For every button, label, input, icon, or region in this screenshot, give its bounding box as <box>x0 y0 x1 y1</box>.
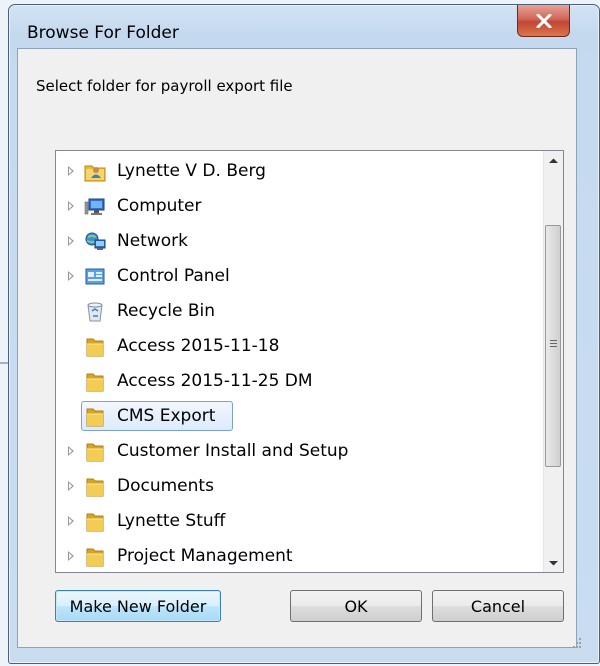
tree-item-label: Access 2015-11-25 DM <box>117 371 313 391</box>
tree-item-project-management[interactable]: Project Management <box>56 539 536 572</box>
expand-arrow-icon[interactable] <box>68 236 74 246</box>
tree-item-recycle-bin[interactable]: Recycle Bin <box>56 294 536 329</box>
make-new-folder-button[interactable]: Make New Folder <box>55 590 221 622</box>
expand-arrow-icon[interactable] <box>68 201 74 211</box>
tree-item-label: Computer <box>117 196 202 216</box>
tree-item-label: Network <box>117 231 188 251</box>
recycle-bin-icon <box>84 301 106 323</box>
tree-item-lynette-stuff[interactable]: Lynette Stuff <box>56 504 536 539</box>
user-folder-icon <box>84 161 106 183</box>
scroll-down-icon <box>549 560 558 565</box>
folder-icon <box>84 546 106 568</box>
folder-icon <box>84 406 106 428</box>
ok-button[interactable]: OK <box>290 590 422 622</box>
folder-icon <box>84 336 106 358</box>
tree-item-access-2015-11-25-dm[interactable]: Access 2015-11-25 DM <box>56 364 536 399</box>
folder-icon <box>84 441 106 463</box>
tree-item-lynette-v-d-berg[interactable]: Lynette V D. Berg <box>56 154 536 189</box>
close-icon <box>536 13 551 28</box>
expand-arrow-icon[interactable] <box>68 481 74 491</box>
folder-icon <box>84 476 106 498</box>
tree-item-label: Lynette V D. Berg <box>117 161 266 181</box>
tree-item-label: CMS Export <box>117 406 216 426</box>
vertical-scrollbar[interactable] <box>543 151 563 572</box>
expand-arrow-icon[interactable] <box>68 166 74 176</box>
tree-item-computer[interactable]: Computer <box>56 189 536 224</box>
scroll-down-button[interactable] <box>544 553 563 572</box>
tree-item-label: Control Panel <box>117 266 230 286</box>
computer-icon <box>84 196 106 218</box>
dialog-prompt: Select folder for payroll export file <box>36 77 293 95</box>
dialog-title: Browse For Folder <box>27 23 179 43</box>
folder-icon <box>84 371 106 393</box>
tree-item-label: Customer Install and Setup <box>117 441 349 461</box>
expand-arrow-icon[interactable] <box>68 516 74 526</box>
scroll-up-button[interactable] <box>544 151 563 170</box>
tree-item-label: Access 2015-11-18 <box>117 336 280 356</box>
close-button[interactable] <box>517 5 570 37</box>
control-panel-icon <box>84 266 106 288</box>
tree-item-cms-export[interactable]: CMS Export <box>56 399 536 434</box>
tree-item-label: Documents <box>117 476 214 496</box>
thumb-grip-line <box>550 343 557 344</box>
tree-item-label: Recycle Bin <box>117 301 216 321</box>
expand-arrow-icon[interactable] <box>68 271 74 281</box>
network-icon <box>84 231 106 253</box>
folder-tree[interactable]: Lynette V D. Berg Computer Network Control … <box>55 150 564 573</box>
cancel-button[interactable]: Cancel <box>432 590 564 622</box>
expand-arrow-icon[interactable] <box>68 551 74 561</box>
tree-item-customer-install-and-setup[interactable]: Customer Install and Setup <box>56 434 536 469</box>
scroll-thumb[interactable] <box>545 225 561 467</box>
expand-arrow-icon[interactable] <box>68 446 74 456</box>
tree-item-network[interactable]: Network <box>56 224 536 259</box>
tree-item-control-panel[interactable]: Control Panel <box>56 259 536 294</box>
thumb-grip-line <box>550 346 557 347</box>
tree-item-access-2015-11-18[interactable]: Access 2015-11-18 <box>56 329 536 364</box>
resize-grip[interactable] <box>572 638 582 648</box>
tree-item-label: Lynette Stuff <box>117 511 226 531</box>
folder-icon <box>84 511 106 533</box>
tree-item-documents[interactable]: Documents <box>56 469 536 504</box>
thumb-grip-line <box>550 340 557 341</box>
scroll-up-icon <box>549 158 558 163</box>
tree-item-label: Project Management <box>117 546 293 566</box>
